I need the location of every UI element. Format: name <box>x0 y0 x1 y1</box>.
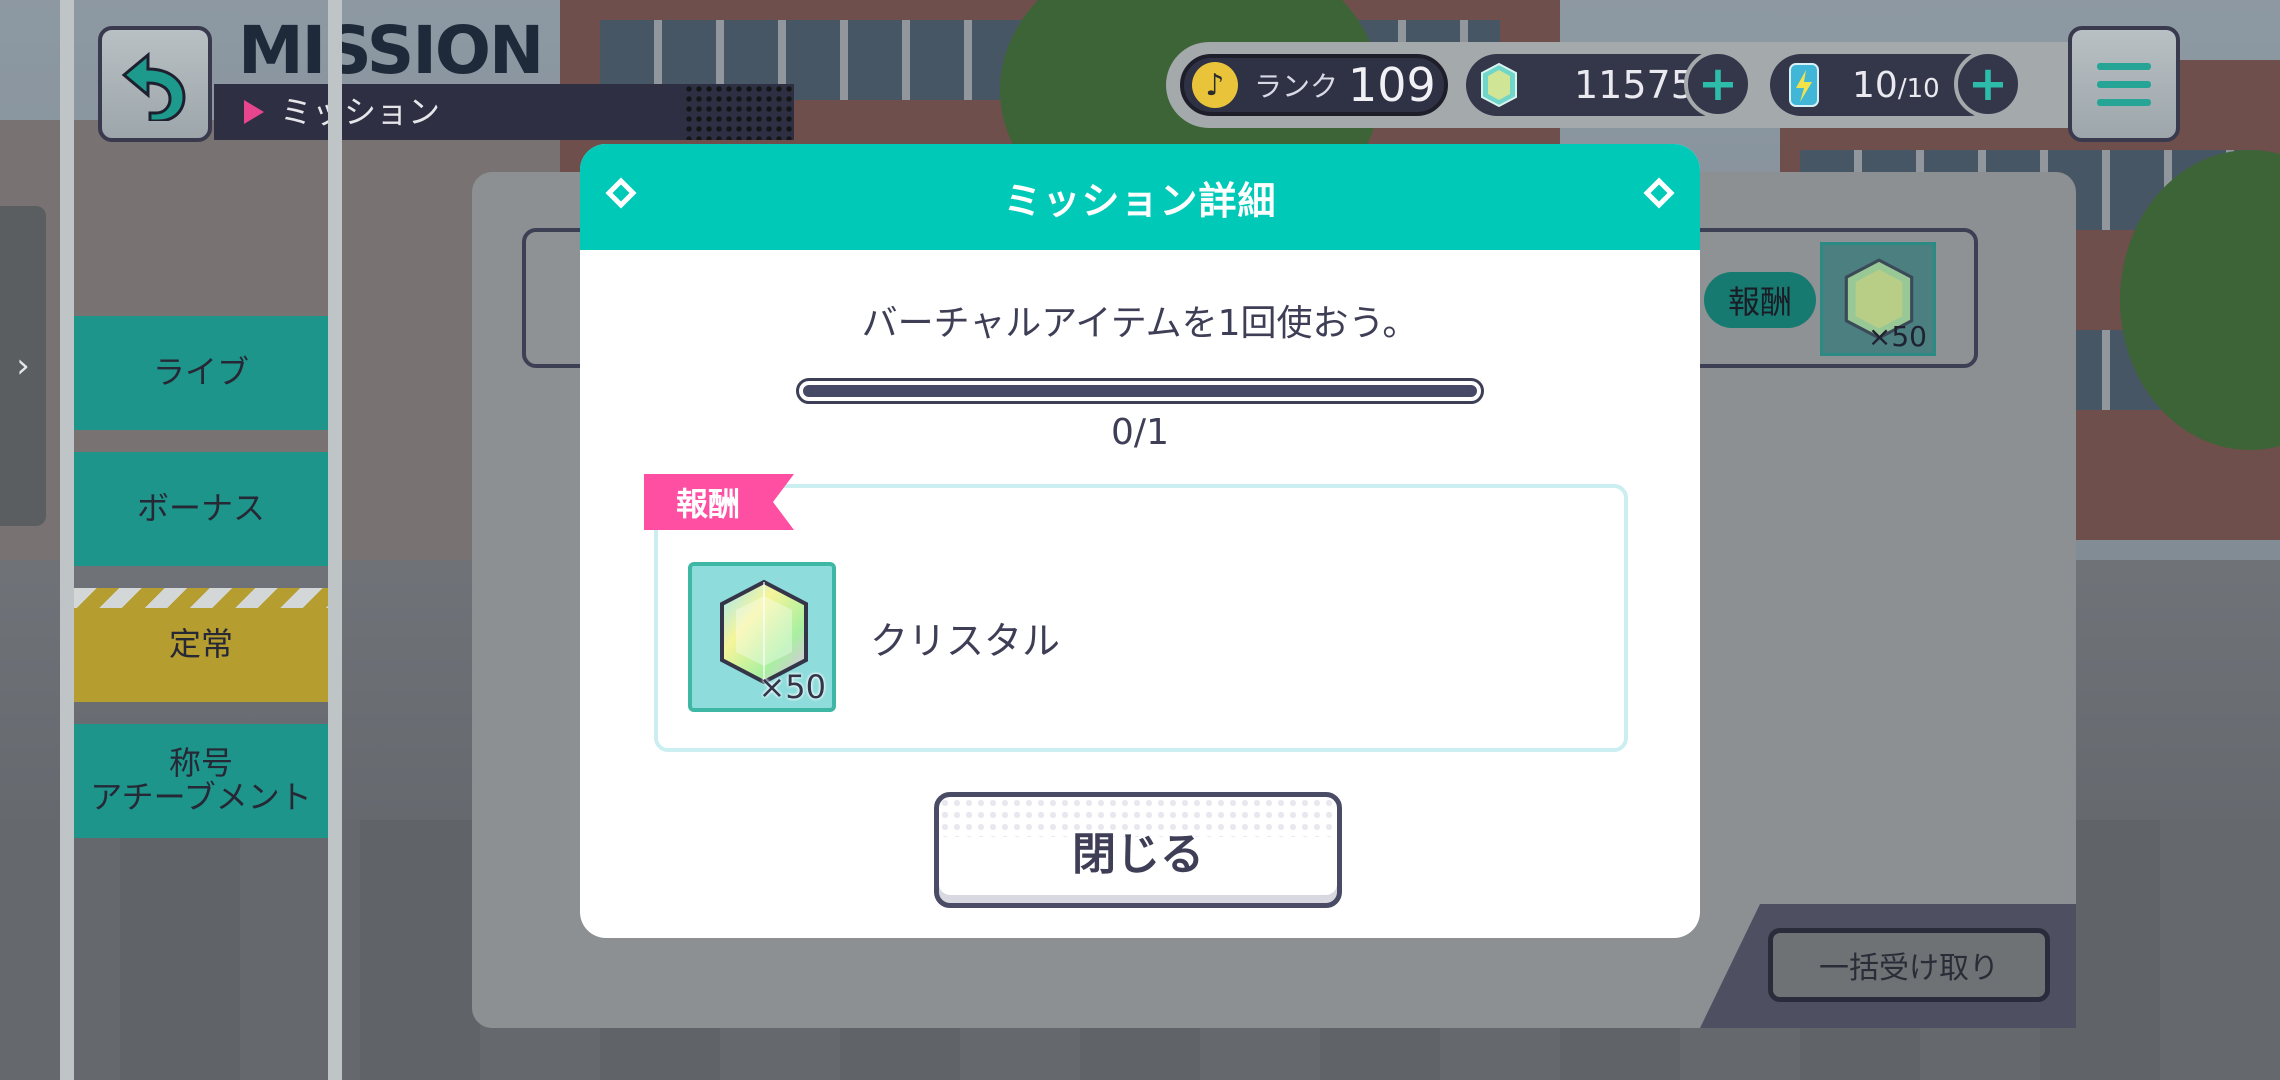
plus-icon: + <box>1967 56 2009 112</box>
music-note-icon: ♪ <box>1192 62 1238 108</box>
mission-description: バーチャルアイテムを1回使おう。 <box>861 303 1419 344</box>
mission-detail-modal: ミッション詳細 バーチャルアイテムを1回使おう。 0/1 報酬 ×50 クリスタ… <box>580 144 1700 938</box>
crystal-icon <box>1481 62 1517 108</box>
progress-fill <box>803 385 1477 397</box>
rank-value: 109 <box>1348 58 1436 112</box>
diamond-icon <box>605 177 637 209</box>
claim-all-button[interactable]: 一括受け取り <box>1768 928 2050 1002</box>
modal-title: ミッション詳細 <box>1003 178 1277 223</box>
modal-header: ミッション詳細 <box>580 144 1700 250</box>
reward-item-icon[interactable]: ×50 <box>688 562 836 712</box>
crystal-count: 11575 <box>1574 63 1695 107</box>
tab-bonus[interactable]: ボーナス <box>74 452 328 566</box>
hamburger-icon-line <box>2097 80 2151 88</box>
menu-button[interactable] <box>2068 26 2180 142</box>
page-title: MISSION <box>238 12 544 89</box>
reward-tag: 報酬 <box>644 474 794 530</box>
rank-label: ランク <box>1254 70 1339 103</box>
hamburger-icon-line <box>2097 62 2151 70</box>
add-crystal-button[interactable]: + <box>1684 50 1752 118</box>
tab-regular[interactable]: 定常 <box>74 588 328 702</box>
row-reward-qty: ×50 <box>1867 320 1927 353</box>
back-arrow-icon <box>121 51 186 121</box>
tab-regular-label: 定常 <box>168 625 233 664</box>
progress-text: 0/1 <box>1111 412 1169 453</box>
page-subtitle-bar: ミッション <box>214 84 794 140</box>
tab-live[interactable]: ライブ <box>74 316 328 430</box>
reward-name: クリスタル <box>870 619 1061 663</box>
close-button[interactable]: 閉じる <box>934 792 1342 908</box>
row-reward-icon: ×50 <box>1820 242 1936 356</box>
chevron-right-icon: › <box>16 346 30 386</box>
tab-achievement[interactable]: 称号 アチーブメント <box>74 724 328 838</box>
side-drawer-handle[interactable]: › <box>0 206 46 526</box>
diamond-icon <box>1643 177 1675 209</box>
row-reward-badge: 報酬 <box>1704 272 1816 328</box>
plus-icon: + <box>1697 56 1739 112</box>
energy-current: 10 <box>1852 64 1898 106</box>
energy-max: /10 <box>1897 73 1940 104</box>
close-button-label: 閉じる <box>1072 829 1204 880</box>
hamburger-icon-line <box>2097 98 2151 106</box>
progress-bar <box>796 378 1484 404</box>
page-subtitle: ミッション <box>280 93 441 131</box>
reward-quantity: ×50 <box>758 668 826 706</box>
rank-display: ♪ ランク 109 <box>1180 54 1448 116</box>
energy-value: 10/10 <box>1852 65 1940 106</box>
energy-can-icon <box>1789 63 1819 107</box>
back-button[interactable] <box>98 26 212 142</box>
play-triangle-icon <box>244 100 264 124</box>
add-energy-button[interactable]: + <box>1954 50 2022 118</box>
